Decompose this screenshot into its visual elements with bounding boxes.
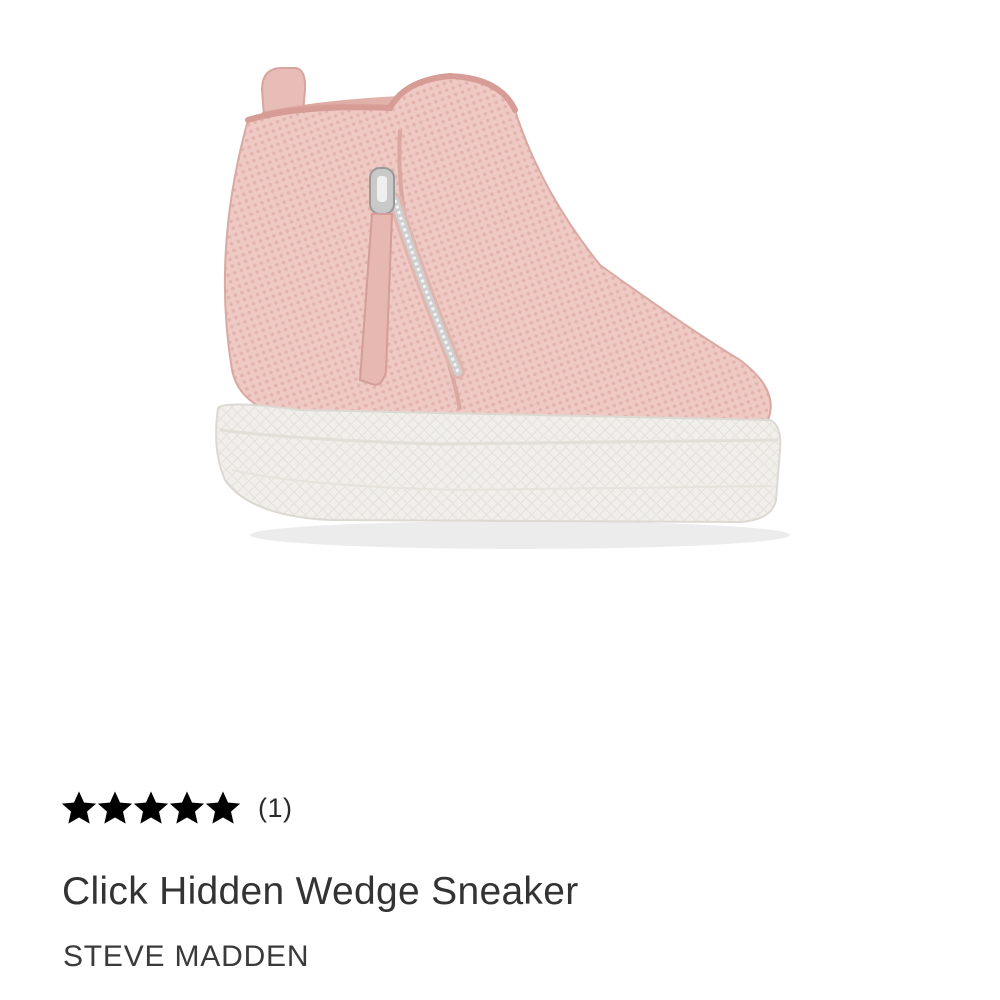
star-icon: [98, 791, 132, 824]
review-count[interactable]: (1): [258, 793, 293, 824]
star-rating: [62, 791, 240, 825]
star-icon: [134, 791, 168, 824]
star-icon: [170, 791, 204, 824]
star-icon: [62, 791, 96, 824]
shoe-upper: [223, 74, 772, 426]
product-card[interactable]: (1) Click Hidden Wedge Sneaker STEVE MAD…: [0, 0, 1000, 1000]
shoe-sole: [215, 403, 782, 524]
product-image[interactable]: [0, 0, 1000, 760]
star-icon: [206, 791, 240, 824]
product-title[interactable]: Click Hidden Wedge Sneaker: [62, 870, 579, 914]
product-brand[interactable]: STEVE MADDEN: [63, 940, 309, 974]
rating-row[interactable]: (1): [62, 786, 293, 830]
sneaker-illustration: [215, 67, 790, 549]
shadow: [250, 521, 790, 549]
